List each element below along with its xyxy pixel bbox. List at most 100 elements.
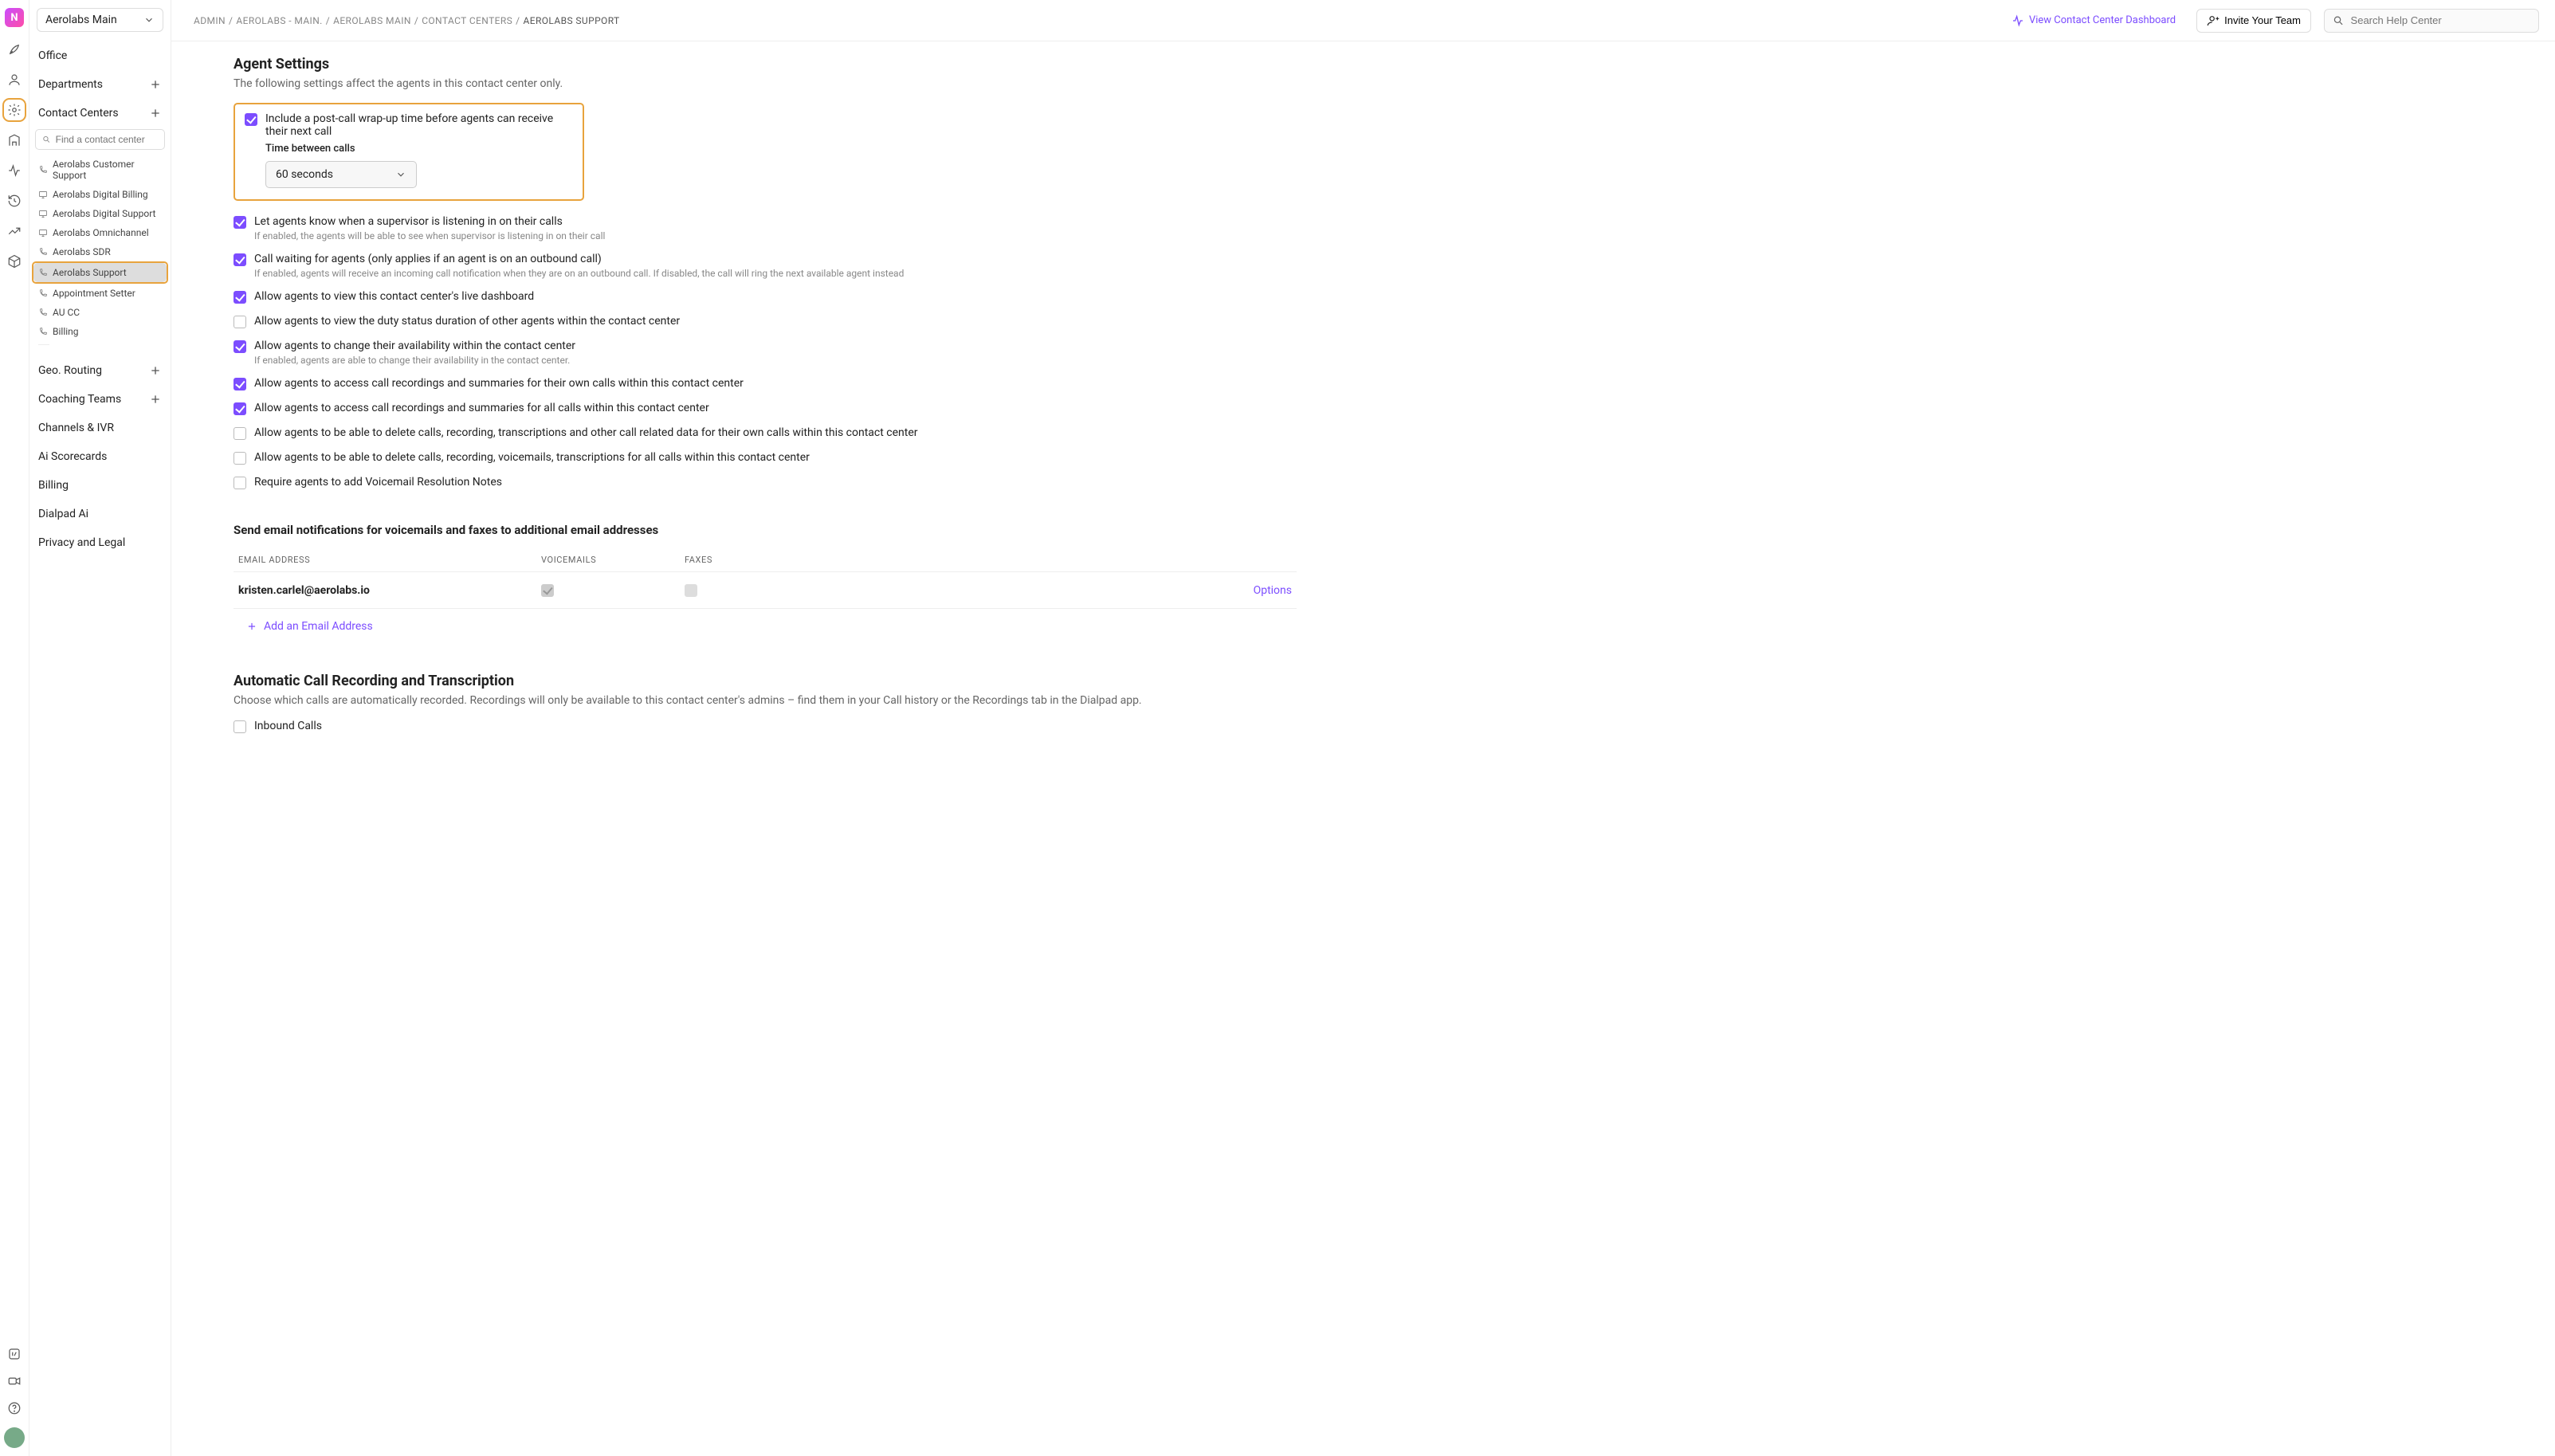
col-voicemails: VOICEMAILS [541, 555, 685, 565]
setting-checkbox[interactable] [234, 378, 246, 390]
contact-center-list: Aerolabs Customer SupportAerolabs Digita… [32, 155, 168, 348]
sidebar-item-channels-ivr[interactable]: Channels & IVR [32, 414, 168, 442]
sidebar: Aerolabs Main Office Departments Contact… [29, 0, 171, 1456]
setting-label: Allow agents to change their availabilit… [254, 339, 1297, 352]
sidebar-item-coaching-teams[interactable]: Coaching Teams [32, 385, 168, 414]
setting-row: Allow agents to be able to delete calls,… [234, 451, 1297, 465]
agent-settings-title: Agent Settings [234, 56, 1297, 73]
sidebar-item-dialpad-ai[interactable]: Dialpad Ai [32, 500, 168, 528]
box-icon[interactable] [6, 253, 22, 269]
setting-checkbox[interactable] [234, 253, 246, 266]
contact-center-search[interactable] [35, 129, 165, 150]
workspace-name: Aerolabs Main [45, 14, 117, 26]
sidebar-item-departments[interactable]: Departments [32, 70, 168, 99]
plus-icon [246, 621, 257, 632]
breadcrumb-segment[interactable]: AEROLABS - MAIN. [236, 15, 322, 26]
email-options-link[interactable]: Options [1254, 584, 1292, 597]
setting-checkbox[interactable] [234, 216, 246, 229]
contact-center-item[interactable]: Aerolabs Customer Support [33, 155, 167, 185]
breadcrumb-segment[interactable]: AEROLABS SUPPORT [524, 15, 620, 26]
workspace-selector[interactable]: Aerolabs Main [37, 8, 163, 32]
wrapup-checkbox[interactable] [245, 113, 257, 126]
add-contact-center-icon[interactable] [149, 107, 162, 120]
sidebar-item-geo-routing[interactable]: Geo. Routing [32, 356, 168, 385]
setting-label: Let agents know when a supervisor is lis… [254, 215, 1297, 228]
wrapup-time-dropdown[interactable]: 60 seconds [265, 161, 417, 188]
building-icon[interactable] [6, 132, 22, 148]
setting-checkbox[interactable] [234, 340, 246, 353]
contact-center-item[interactable]: AU CC [33, 303, 167, 322]
setting-label: Allow agents to view the duty status dur… [254, 315, 1297, 328]
wrapup-highlight-box: Include a post-call wrap-up time before … [234, 103, 584, 201]
history-icon[interactable] [6, 193, 22, 209]
contact-center-item[interactable]: Aerolabs Digital Billing [33, 185, 167, 204]
sidebar-item-office[interactable]: Office [32, 41, 168, 70]
content: Agent Settings The following settings af… [171, 41, 1319, 1456]
topbar: ADMIN/AEROLABS - MAIN./AEROLABS MAIN/CON… [171, 0, 2555, 41]
setting-hint: If enabled, the agents will be able to s… [254, 230, 1297, 241]
ai-icon[interactable] [6, 1346, 22, 1362]
trend-icon[interactable] [6, 223, 22, 239]
setting-row: Allow agents to view this contact center… [234, 290, 1297, 304]
setting-checkbox[interactable] [234, 402, 246, 415]
setting-label: Allow agents to access call recordings a… [254, 377, 1297, 390]
contact-center-item[interactable]: Billing [33, 322, 167, 341]
contact-center-item[interactable]: Aerolabs Omnichannel [33, 223, 167, 242]
voicemail-checkbox[interactable] [541, 584, 554, 597]
wrapup-sublabel: Time between calls [265, 143, 573, 155]
contact-center-search-input[interactable] [56, 134, 158, 145]
contact-center-item[interactable]: Aerolabs Digital Support [33, 204, 167, 223]
sidebar-item-billing[interactable]: Billing [32, 471, 168, 500]
setting-checkbox[interactable] [234, 477, 246, 489]
setting-label: Allow agents to view this contact center… [254, 290, 1297, 303]
setting-row: Let agents know when a supervisor is lis… [234, 215, 1297, 241]
setting-checkbox[interactable] [234, 427, 246, 440]
setting-label: Allow agents to be able to delete calls,… [254, 426, 1297, 439]
setting-row: Allow agents to access call recordings a… [234, 402, 1297, 415]
recording-title: Automatic Call Recording and Transcripti… [234, 673, 1297, 689]
col-email: EMAIL ADDRESS [238, 555, 541, 565]
breadcrumb-segment[interactable]: AEROLABS MAIN [333, 15, 411, 26]
setting-row: Require agents to add Voicemail Resoluti… [234, 476, 1297, 489]
add-coaching-icon[interactable] [149, 393, 162, 406]
breadcrumb-segment[interactable]: CONTACT CENTERS [422, 15, 512, 26]
breadcrumb-segment[interactable]: ADMIN [194, 15, 226, 26]
inbound-calls-checkbox[interactable] [234, 720, 246, 733]
fax-checkbox[interactable] [685, 584, 697, 597]
agent-settings-subtitle: The following settings affect the agents… [234, 77, 1297, 90]
search-icon [2333, 14, 2345, 27]
sidebar-item-ai-scorecards[interactable]: Ai Scorecards [32, 442, 168, 471]
recording-subtitle: Choose which calls are automatically rec… [234, 694, 1297, 707]
setting-checkbox[interactable] [234, 452, 246, 465]
contact-center-item[interactable]: Appointment Setter [33, 284, 167, 303]
contact-center-highlight: Aerolabs Support [32, 261, 168, 284]
activity-icon[interactable] [6, 163, 22, 179]
person-icon[interactable] [6, 72, 22, 88]
settings-gear-icon[interactable] [6, 102, 22, 118]
view-dashboard-link[interactable]: View Contact Center Dashboard [2004, 10, 2184, 32]
sidebar-item-privacy-legal[interactable]: Privacy and Legal [32, 528, 168, 557]
setting-row: Allow agents to view the duty status dur… [234, 315, 1297, 328]
email-notify-title: Send email notifications for voicemails … [234, 523, 1297, 537]
video-icon[interactable] [6, 1373, 22, 1389]
breadcrumb: ADMIN/AEROLABS - MAIN./AEROLABS MAIN/CON… [194, 15, 1991, 26]
setting-label: Allow agents to be able to delete calls,… [254, 451, 1297, 464]
user-avatar[interactable] [4, 1427, 25, 1448]
rocket-icon[interactable] [6, 41, 22, 57]
help-icon[interactable] [6, 1400, 22, 1416]
setting-checkbox[interactable] [234, 291, 246, 304]
help-search-input[interactable] [2351, 14, 2530, 26]
add-geo-icon[interactable] [149, 364, 162, 377]
setting-checkbox[interactable] [234, 316, 246, 328]
contact-center-item[interactable]: Aerolabs SDR [33, 242, 167, 261]
invite-team-button[interactable]: Invite Your Team [2196, 9, 2311, 33]
email-address: kristen.carlel@aerolabs.io [238, 584, 541, 597]
help-search[interactable] [2324, 9, 2539, 33]
add-email-button[interactable]: Add an Email Address [234, 609, 1297, 644]
chevron-down-icon [143, 14, 155, 26]
app-logo[interactable]: N [5, 8, 24, 27]
contact-center-item[interactable]: Aerolabs Support [33, 263, 167, 282]
inbound-calls-label: Inbound Calls [254, 720, 1297, 732]
add-department-icon[interactable] [149, 78, 162, 91]
sidebar-item-contact-centers[interactable]: Contact Centers [32, 99, 168, 128]
